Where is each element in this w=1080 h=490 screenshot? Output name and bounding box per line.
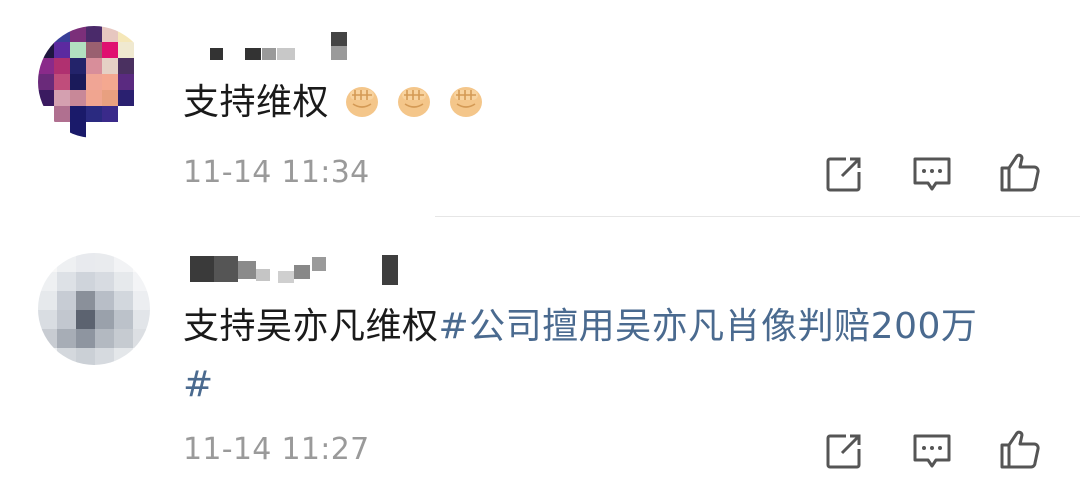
reply-button[interactable] (910, 429, 954, 473)
comment-text-body: 支持吴亦凡维权 (183, 306, 439, 347)
comment-text-body: 支持维权 (183, 82, 330, 123)
comment-item[interactable]: 支持吴亦凡维权#公司擅用吴亦凡肖像判赔200万 # 11-14 11:27 (0, 218, 1080, 490)
hashtag-link-continued[interactable]: # (183, 360, 214, 410)
reply-button[interactable] (910, 152, 954, 196)
timestamp: 11-14 11:27 (183, 432, 370, 467)
avatar-mosaic (38, 26, 150, 138)
like-button[interactable] (998, 150, 1042, 194)
username-obscured[interactable] (190, 253, 410, 287)
comment-icon (913, 157, 951, 191)
hashtag-link[interactable]: #公司擅用吴亦凡肖像判赔200万 (439, 306, 978, 347)
comment-icon (913, 434, 951, 468)
avatar[interactable] (38, 26, 150, 138)
thumbs-up-icon (1000, 430, 1040, 469)
avatar[interactable] (38, 253, 150, 365)
share-button[interactable] (822, 429, 866, 473)
comment-text: 支持吴亦凡维权#公司擅用吴亦凡肖像判赔200万 (183, 302, 1043, 352)
like-button[interactable] (998, 427, 1042, 471)
fist-emoji-icon (447, 82, 485, 120)
comment-divider (435, 216, 1080, 217)
share-icon (826, 157, 861, 192)
avatar-mosaic (38, 253, 150, 365)
comment-item[interactable]: 支持维权 11-14 11:34 (0, 0, 1080, 218)
comment-text: 支持维权 (183, 78, 485, 128)
fist-emoji-icon (395, 82, 433, 120)
share-icon (826, 434, 861, 469)
thumbs-up-icon (1000, 153, 1040, 192)
timestamp: 11-14 11:34 (183, 155, 370, 190)
fist-emoji-icon (343, 82, 381, 120)
username-obscured[interactable] (200, 30, 360, 64)
share-button[interactable] (822, 152, 866, 196)
